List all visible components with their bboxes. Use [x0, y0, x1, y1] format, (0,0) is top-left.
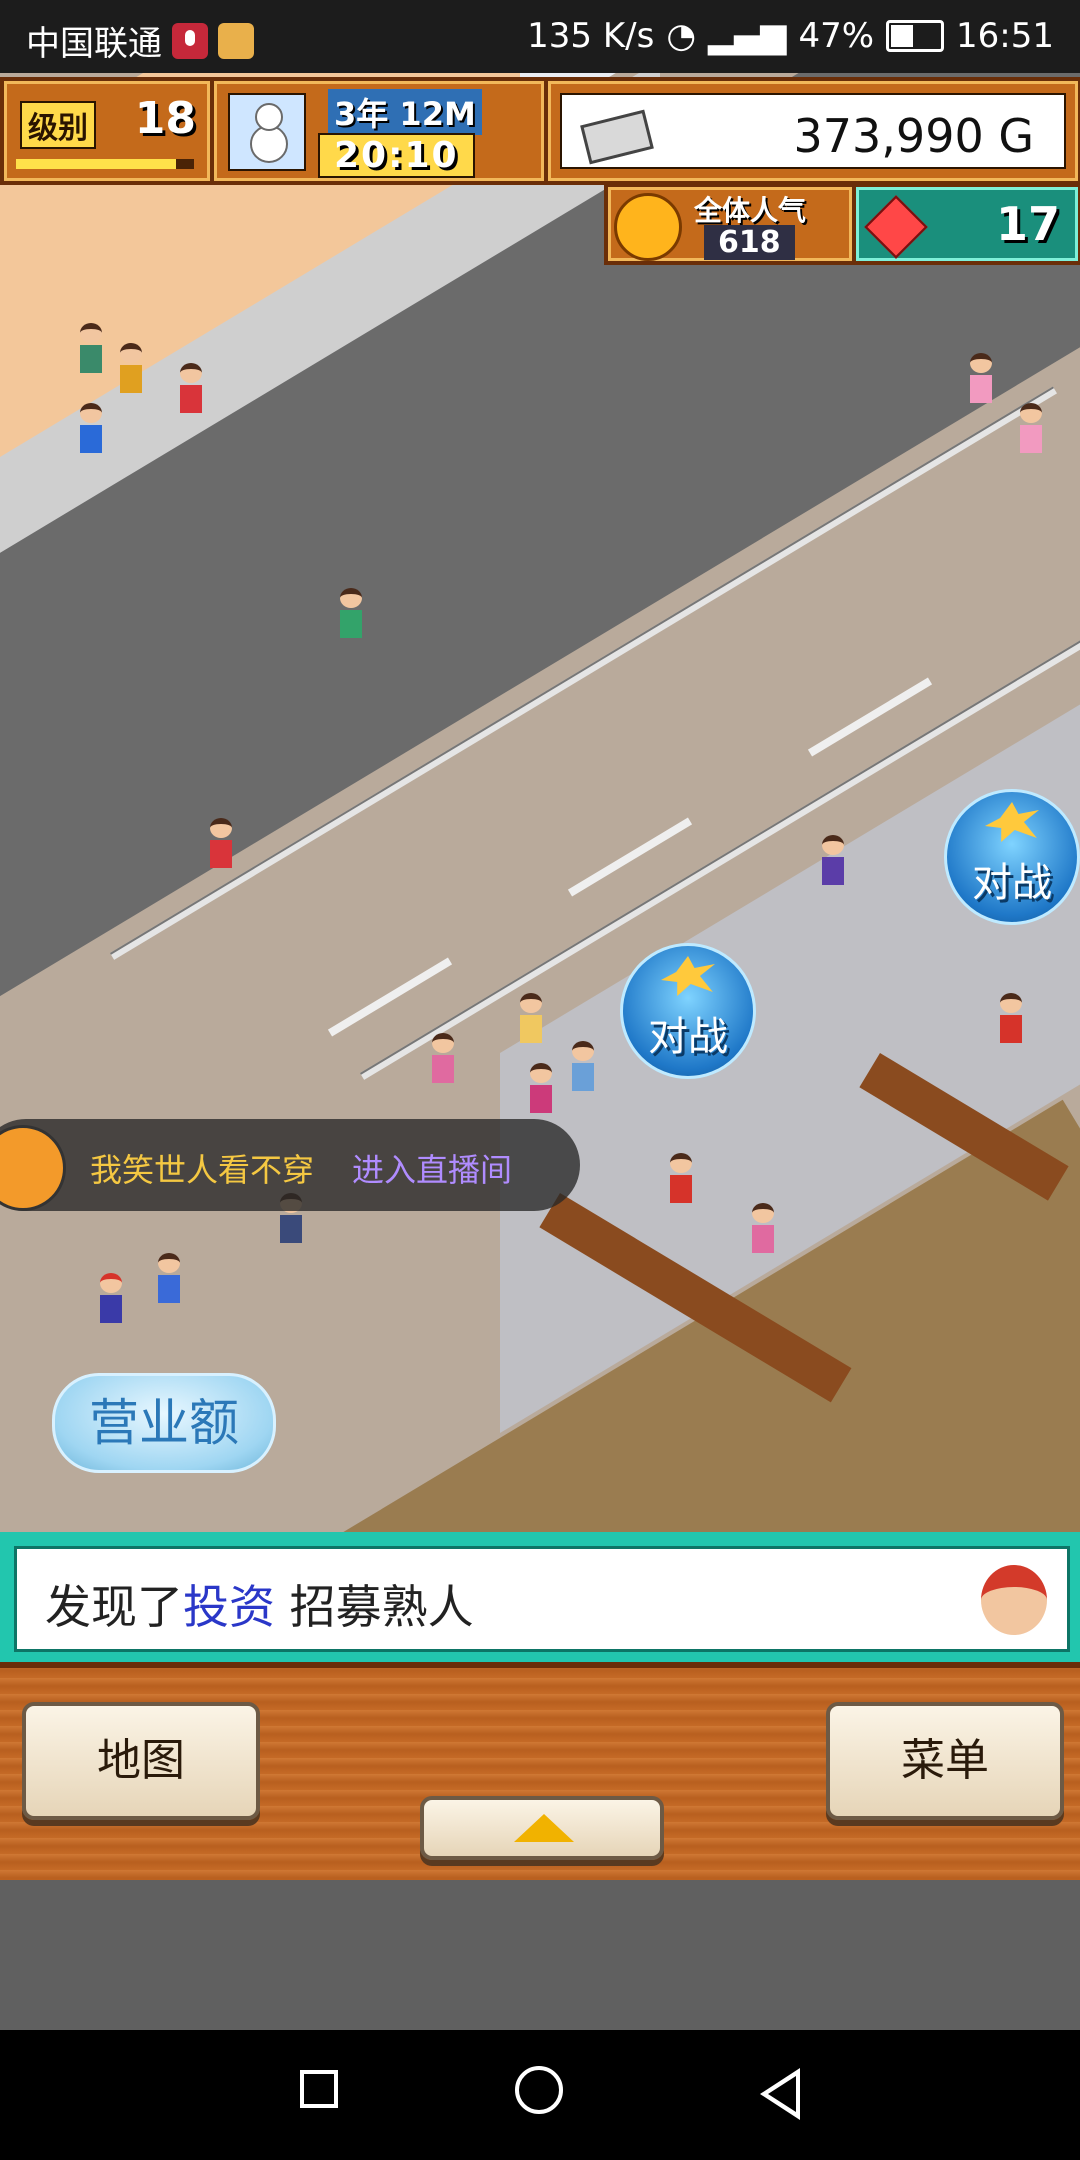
battle-bubble[interactable]: 对战 — [620, 943, 756, 1079]
chef[interactable] — [1000, 993, 1022, 1049]
streamer-avatar — [0, 1125, 66, 1211]
back-triangle-icon[interactable] — [760, 2068, 800, 2120]
revenue-button[interactable]: 营业额 — [52, 1373, 276, 1473]
empty-area — [0, 1880, 1080, 2030]
customer[interactable] — [432, 1033, 454, 1089]
battle-label: 对战 — [972, 860, 1052, 906]
customer[interactable] — [100, 1273, 122, 1329]
level-progress-fill — [16, 159, 177, 169]
message-text: 发现了投资 招募熟人 — [45, 1571, 474, 1637]
microphone-icon — [172, 22, 208, 59]
year-month: 3年 12M — [328, 89, 482, 135]
year-label: 3年 — [334, 95, 389, 133]
message-bar[interactable]: 发现了投资 招募熟人 — [0, 1532, 1080, 1662]
wifi-icon: ◔ — [666, 16, 696, 56]
message-suffix: 招募熟人 — [275, 1580, 474, 1634]
popularity-value: 618 — [704, 225, 795, 260]
customer[interactable] — [530, 1063, 552, 1119]
customer[interactable] — [822, 835, 844, 891]
snowman-season-icon — [228, 93, 306, 171]
alert-rank-icon — [864, 195, 928, 259]
chef[interactable] — [670, 1153, 692, 1209]
battle-bubble[interactable]: 对战 — [944, 789, 1080, 925]
customer[interactable] — [158, 1253, 180, 1309]
message-prefix: 发现了 — [45, 1580, 183, 1634]
arrow-up-icon — [514, 1814, 574, 1842]
explosion-icon — [985, 802, 1039, 842]
enter-live-room-link[interactable]: 进入直播间 — [352, 1145, 512, 1191]
money-panel[interactable]: 373,990 G — [544, 77, 1080, 185]
customer[interactable] — [340, 588, 362, 644]
level-progress-bar — [16, 159, 194, 169]
status-bar: 中国联通 135 K/s ◔ ▂▄▆ 47% 16:51 — [0, 0, 1080, 73]
android-nav-bar — [0, 2030, 1080, 2160]
explosion-icon — [661, 956, 715, 996]
invest-link[interactable]: 投资 — [183, 1580, 275, 1634]
carrier-label: 中国联通 — [26, 24, 162, 64]
customer[interactable] — [210, 818, 232, 874]
customer[interactable] — [970, 353, 992, 409]
clock: 16:51 — [956, 16, 1054, 56]
customer[interactable] — [180, 363, 202, 419]
customer[interactable] — [1020, 403, 1042, 459]
message-box: 发现了投资 招募熟人 — [14, 1546, 1070, 1652]
battery-icon — [886, 20, 945, 52]
streamer-name: 我笑世人看不穿 — [90, 1151, 315, 1189]
level-label: 级别 — [20, 101, 96, 149]
popularity-panel[interactable]: 全体人气 618 — [604, 183, 856, 265]
customer[interactable] — [572, 1041, 594, 1097]
assistant-avatar-icon — [981, 1565, 1047, 1635]
popularity-label: 全体人气 — [694, 194, 807, 227]
customer[interactable] — [80, 323, 102, 379]
month-label: 12M — [399, 95, 476, 133]
customer[interactable] — [120, 343, 142, 399]
game-viewport[interactable]: 对战 对战 我笑世人看不穿 进入直播间 营业额 级别 18 3年 12M 20:… — [0, 73, 1080, 1533]
live-stream-banner[interactable]: 我笑世人看不穿 进入直播间 — [0, 1119, 580, 1211]
menu-button[interactable]: 菜单 — [826, 1702, 1064, 1820]
app-notification-icon — [218, 22, 254, 59]
customer[interactable] — [80, 403, 102, 459]
battle-label: 对战 — [648, 1014, 728, 1060]
cash-icon — [580, 109, 654, 165]
expand-up-button[interactable] — [420, 1796, 664, 1860]
network-speed: 135 K/s — [527, 16, 655, 56]
level-value: 18 — [134, 93, 196, 144]
customer[interactable] — [520, 993, 542, 1049]
battery-percent: 47% — [798, 16, 875, 56]
smiley-face-icon — [614, 193, 682, 261]
home-circle-icon[interactable] — [515, 2066, 563, 2114]
money-value: 373,990 G — [793, 109, 1035, 163]
rank-value: 17 — [995, 197, 1060, 251]
rank-panel[interactable]: 17 — [852, 183, 1080, 265]
bottom-control-bar: 地图 菜单 — [0, 1662, 1080, 1886]
recent-apps-square-icon[interactable] — [300, 2070, 338, 2108]
customer[interactable] — [752, 1203, 774, 1259]
game-clock: 20:10 — [318, 133, 475, 178]
map-button[interactable]: 地图 — [22, 1702, 260, 1820]
level-panel[interactable]: 级别 18 — [0, 77, 214, 185]
money-display: 373,990 G — [560, 93, 1066, 169]
signal-icon: ▂▄▆ — [707, 16, 787, 56]
date-panel[interactable]: 3年 12M 20:10 — [210, 77, 548, 185]
lane-marking — [327, 957, 453, 1037]
